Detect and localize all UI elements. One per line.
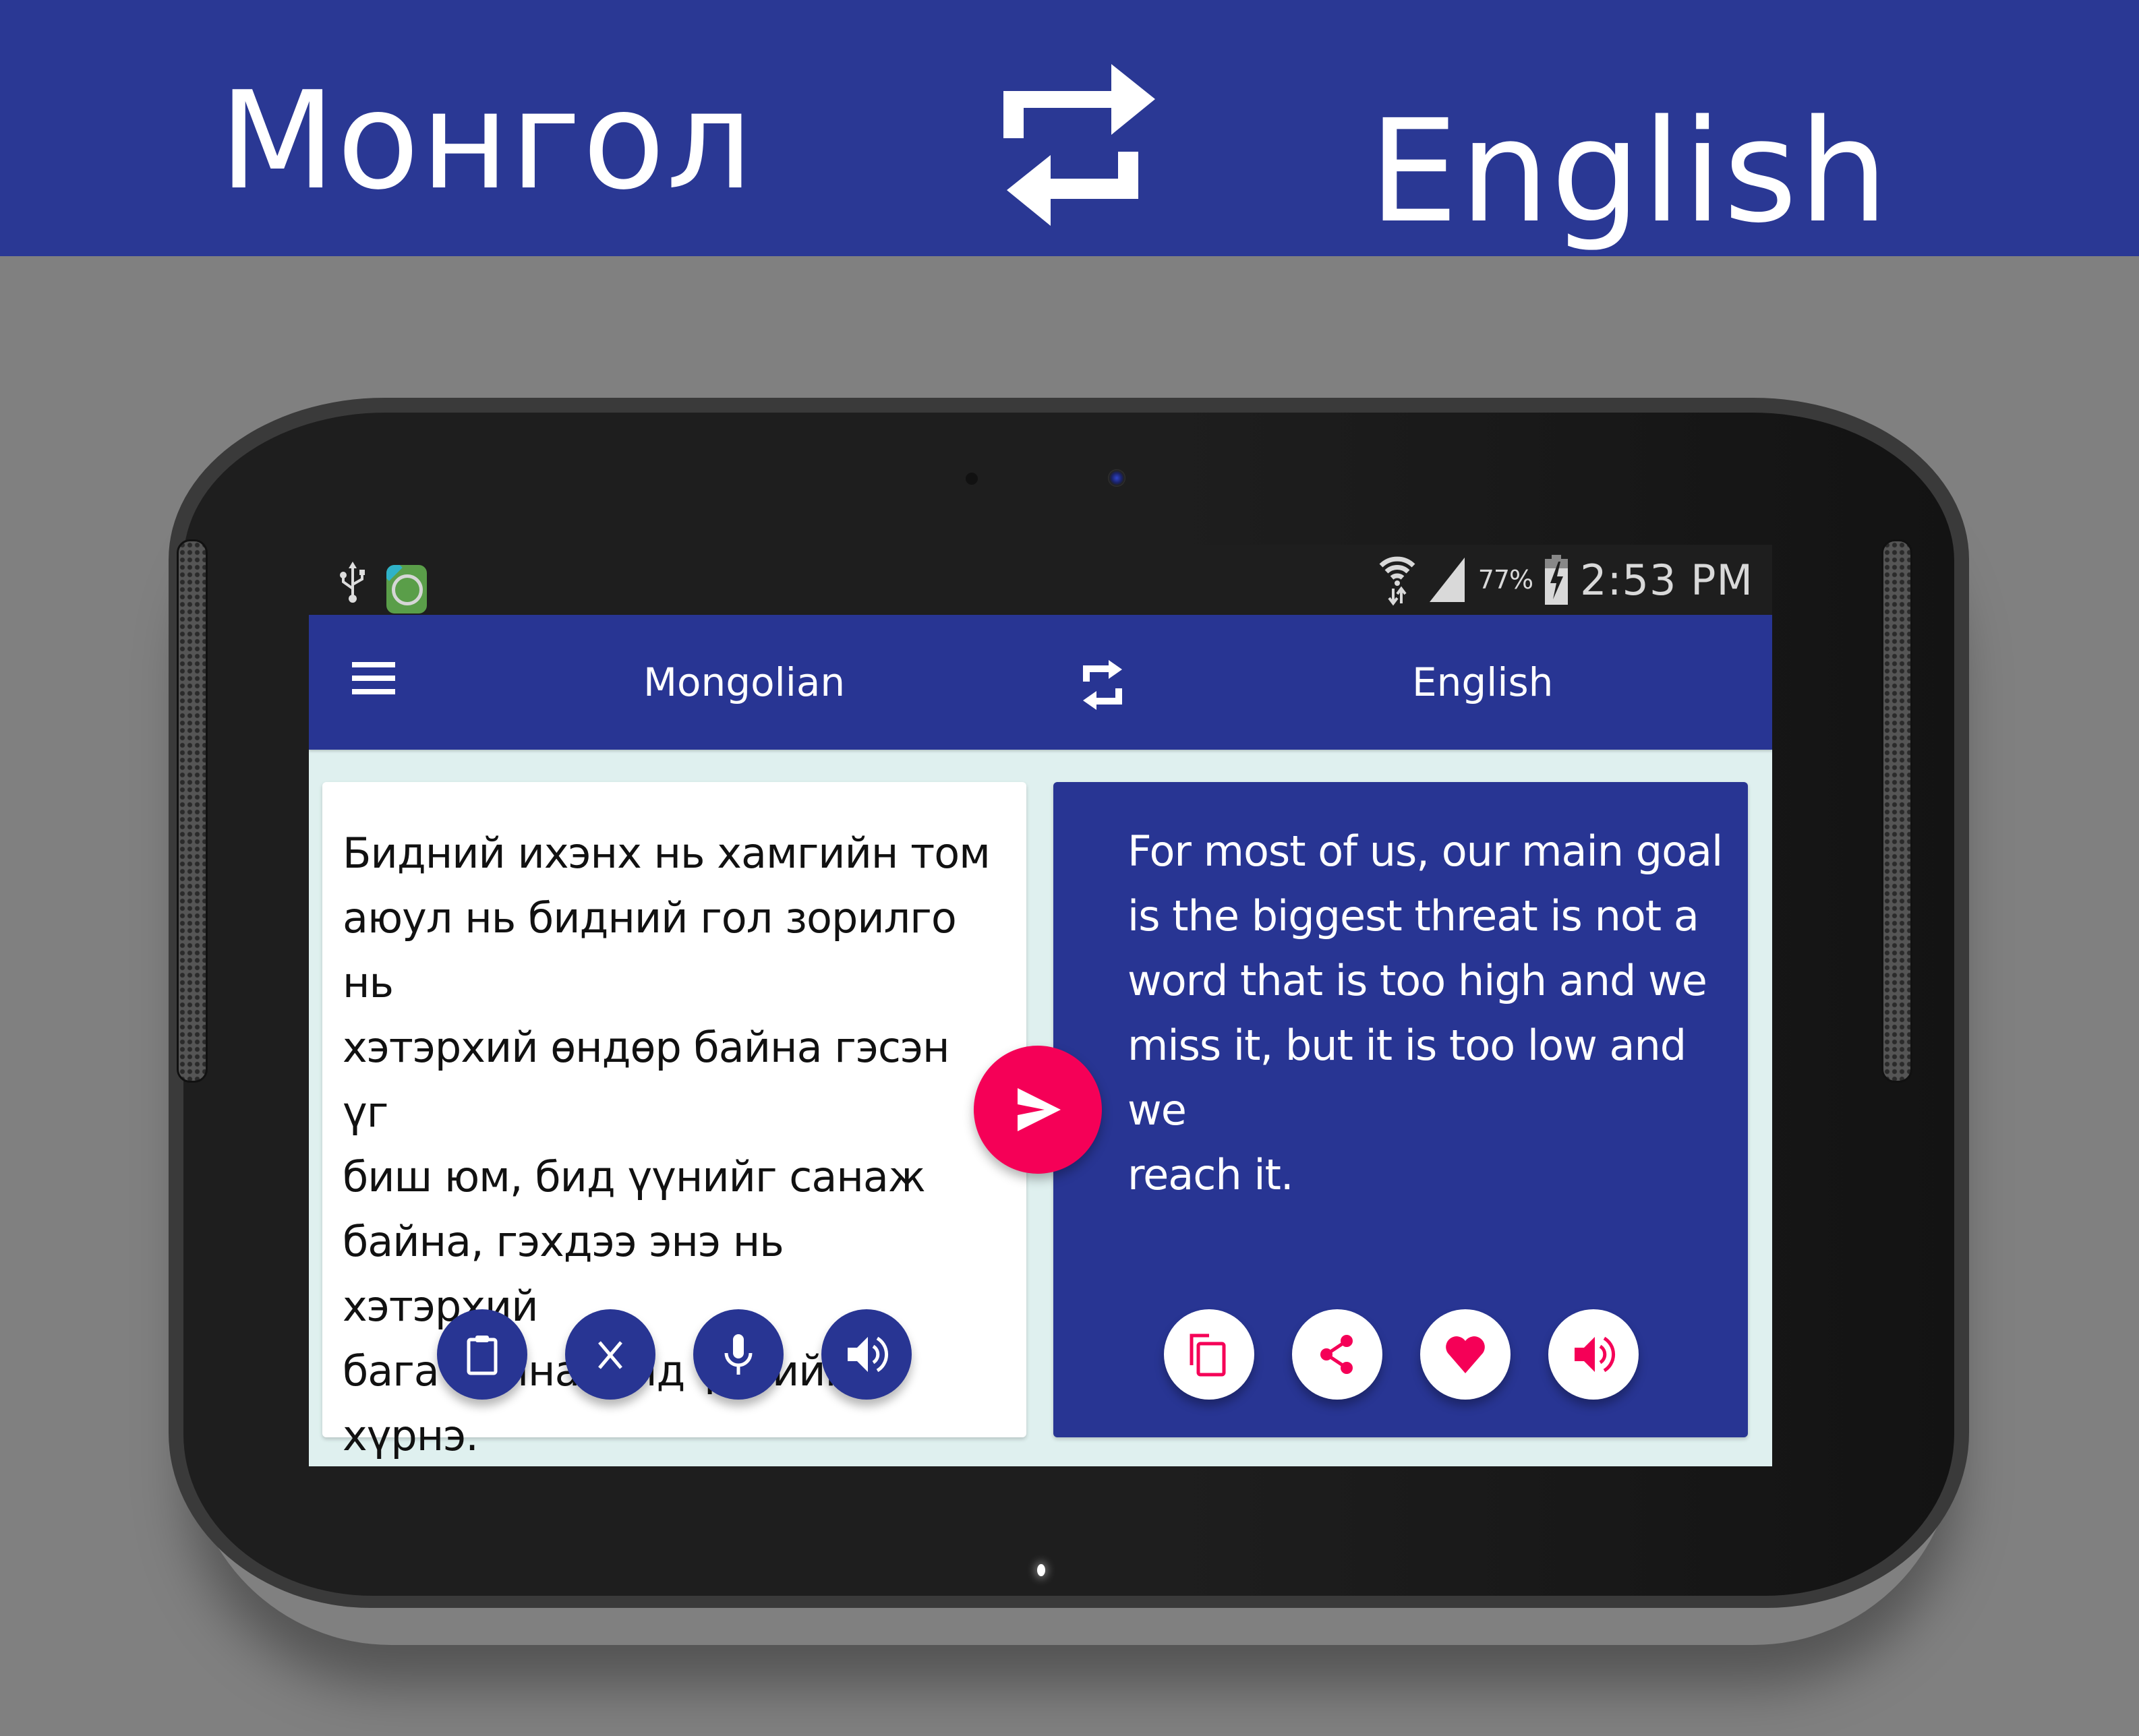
close-icon <box>598 1341 622 1369</box>
promo-banner: Монгол English <box>0 0 2139 256</box>
clipboard-icon <box>467 1336 498 1375</box>
speaker-icon <box>1575 1336 1616 1373</box>
app-toolbar: Mongolian English <box>309 615 1772 750</box>
proximity-sensor <box>966 473 978 485</box>
translate-button[interactable] <box>974 1046 1102 1174</box>
translation-actions <box>1053 1309 1748 1404</box>
wifi-icon <box>1379 556 1415 606</box>
source-actions <box>322 1309 1026 1404</box>
status-indicators: 77% 2:53 PM <box>1378 553 1753 607</box>
left-speaker-grille <box>177 539 208 1083</box>
home-indicator-light <box>1037 1564 1045 1576</box>
share-icon <box>1320 1335 1353 1374</box>
paste-button[interactable] <box>437 1309 527 1400</box>
voice-input-button[interactable] <box>693 1309 784 1400</box>
heart-icon <box>1446 1336 1485 1373</box>
tablet-screen: 77% 2:53 PM Mongolian English Бидний ихэ… <box>309 545 1772 1466</box>
send-icon <box>1018 1088 1061 1131</box>
target-language-selector[interactable]: English <box>1412 655 1553 709</box>
source-language-selector[interactable]: Mongolian <box>643 655 845 709</box>
right-speaker-grille <box>1881 539 1912 1083</box>
speak-translation-button[interactable] <box>1548 1309 1639 1400</box>
swap-languages-button[interactable] <box>1079 659 1126 711</box>
copy-button[interactable] <box>1164 1309 1254 1400</box>
banner-source-language: Монгол <box>219 63 754 220</box>
swap-arrows-icon <box>1003 64 1155 226</box>
status-bar: 77% 2:53 PM <box>309 545 1772 615</box>
app-notification-icon <box>386 565 427 613</box>
translated-text: For most of us, our main goal is the big… <box>1127 827 1723 1199</box>
microphone-icon <box>724 1334 753 1375</box>
battery-percent: 77% <box>1477 565 1533 595</box>
clock: 2:53 PM <box>1580 555 1753 605</box>
hamburger-menu-icon[interactable] <box>349 655 397 702</box>
favorite-button[interactable] <box>1420 1309 1511 1400</box>
signal-icon <box>1429 558 1465 602</box>
speaker-icon <box>848 1336 889 1373</box>
front-camera <box>1108 469 1125 487</box>
banner-target-language: English <box>1369 89 1890 254</box>
usb-icon <box>340 562 365 603</box>
clear-button[interactable] <box>565 1309 655 1400</box>
source-text-card: Бидний ихэнх нь хамгийн том аюул нь бидн… <box>322 782 1026 1460</box>
share-button[interactable] <box>1292 1309 1382 1400</box>
battery-charging-icon <box>1545 555 1569 605</box>
copy-icon <box>1190 1334 1226 1377</box>
speak-source-button[interactable] <box>821 1309 912 1400</box>
translation-card: For most of us, our main goal is the big… <box>1053 782 1748 1437</box>
